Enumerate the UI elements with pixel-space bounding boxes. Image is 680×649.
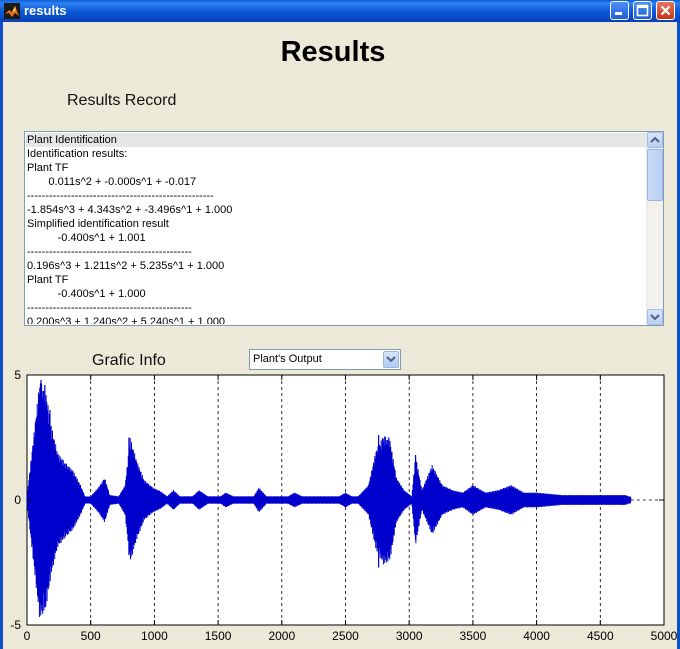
list-item[interactable]: ----------------------------------------… [26,245,648,259]
chevron-up-icon [650,136,660,143]
list-item[interactable]: Plant TF [26,161,648,175]
matlab-icon [4,3,20,19]
close-icon [660,5,671,16]
y-tick-label: -5 [10,618,21,632]
maximize-button[interactable] [633,1,652,20]
list-item[interactable]: Identification results: [26,147,648,161]
results-record-listbox[interactable]: Plant Identification Identification resul… [24,131,664,326]
x-tick-label: 500 [81,629,101,640]
title-bar[interactable]: results [0,0,680,22]
chevron-down-icon [650,314,660,321]
scroll-up-button[interactable] [647,132,663,148]
list-item[interactable]: 0.196s^3 + 1.211s^2 + 5.235s^1 + 1.000 [26,259,648,273]
x-tick-label: 2000 [268,629,295,640]
x-tick-label: 3000 [396,629,423,640]
x-tick-label: 0 [24,629,31,640]
x-tick-label: 1000 [141,629,168,640]
list-item[interactable]: ----------------------------------------… [26,189,648,203]
results-record-label: Results Record [67,92,177,109]
x-tick-label: 3500 [460,629,487,640]
list-item[interactable]: Plant TF [26,273,648,287]
list-item[interactable]: -0.400s^1 + 1.000 [26,287,648,301]
window-title: results [24,3,67,18]
list-item[interactable]: 0.200s^3 + 1.240s^2 + 5.240s^1 + 1.000 [26,315,648,324]
x-tick-label: 4500 [587,629,614,640]
x-tick-label: 2500 [332,629,359,640]
maximize-icon [636,4,649,17]
list-item[interactable]: 0.011s^2 + -0.000s^1 + -0.017 [26,175,648,189]
scroll-thumb[interactable] [647,149,663,201]
page-title: Results [280,36,386,68]
x-tick-label: 4000 [523,629,550,640]
close-button[interactable] [656,1,675,20]
results-record-lines[interactable]: Plant Identification Identification resul… [26,133,648,324]
scroll-down-button[interactable] [647,309,663,325]
listbox-scrollbar[interactable] [646,132,663,325]
x-tick-label: 1500 [205,629,232,640]
list-item[interactable]: Plant Identification [26,133,648,147]
list-item[interactable]: Simplified identification result [26,217,648,231]
y-tick-label: 0 [14,493,21,507]
plant-output-chart: 0 500 1000 1500 2000 2500 3000 3500 4000 4500 5000… [10,368,678,640]
y-tick-label: 5 [14,368,21,382]
list-item[interactable]: ----------------------------------------… [26,301,648,315]
x-tick-label: 5000 [651,629,678,640]
minimize-button[interactable] [610,1,629,20]
list-item[interactable]: -0.400s^1 + 1.001 [26,231,648,245]
minimize-icon [615,12,622,15]
list-item[interactable]: -1.854s^3 + 4.343s^2 + -3.496s^1 + 1.000 [26,203,648,217]
